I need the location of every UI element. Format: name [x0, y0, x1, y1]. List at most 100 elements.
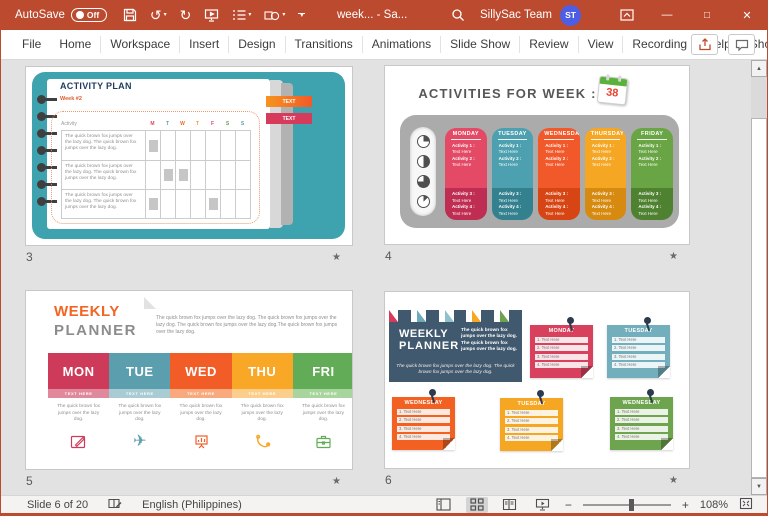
- ribbon-tab[interactable]: Slide Show: [440, 36, 519, 53]
- table-row: The quick brown fox jumps over the lazy …: [62, 160, 250, 189]
- slideshow-view-button[interactable]: [532, 497, 554, 513]
- day-letter: S: [225, 121, 230, 127]
- fit-to-window-icon[interactable]: [739, 497, 753, 513]
- animation-star-icon[interactable]: ★: [669, 251, 678, 262]
- ribbon-tab[interactable]: Animations: [361, 36, 440, 53]
- minimize-button[interactable]: —: [647, 0, 687, 30]
- proofing-icon[interactable]: [108, 497, 122, 513]
- numbered-list-icon[interactable]: ▾: [232, 9, 251, 21]
- autosave-toggle[interactable]: AutoSave Off: [15, 8, 107, 22]
- slide-cell-3: ACTIVITY PLAN Week #2 TEXT TEXT Activity …: [25, 66, 353, 264]
- zoom-slider[interactable]: [582, 498, 671, 511]
- ribbon-tab[interactable]: Transitions: [284, 36, 362, 53]
- day-column: THURSDAY Activity 1 : Text Here Activity…: [584, 128, 627, 220]
- binder-ring-icon: [37, 180, 57, 189]
- slide-sorter-view-button[interactable]: [465, 496, 488, 513]
- pin-icon: [566, 317, 574, 324]
- binder-ring-icon: [37, 197, 57, 206]
- undo-icon[interactable]: ↺ ▾: [150, 8, 167, 22]
- sticky-note: WEDNESDAY 1. Text Here 2. Text Here 3. T…: [392, 389, 455, 450]
- pencil-icon: [48, 432, 109, 452]
- save-icon[interactable]: [123, 8, 137, 22]
- sticky-note: MONDAY 1. Text Here 2. Text Here 3. Text…: [530, 317, 593, 378]
- fold-corner: [658, 366, 670, 378]
- search-icon[interactable]: [436, 8, 480, 22]
- animation-star-icon[interactable]: ★: [332, 252, 341, 263]
- ribbon-tab[interactable]: Review: [519, 36, 577, 53]
- redo-icon[interactable]: ↻: [180, 8, 192, 22]
- share-button[interactable]: [691, 34, 718, 55]
- ribbon-tab[interactable]: Insert: [179, 36, 228, 53]
- zoom-slider-handle[interactable]: [628, 498, 634, 511]
- column-thursday: THU TEXT HERE The quick brown fox jumps …: [231, 353, 293, 452]
- table-row: The quick brown fox jumps over the lazy …: [62, 131, 250, 160]
- slide-thumbnail-6[interactable]: WEEKLY PLANNER The quick brown fox jumps…: [384, 291, 690, 469]
- ribbon-tab[interactable]: Workspace: [100, 36, 179, 53]
- zoom-out-button[interactable]: −: [565, 498, 572, 512]
- comments-button[interactable]: [728, 34, 755, 55]
- side-tab: TEXT: [266, 96, 312, 107]
- vertical-scrollbar[interactable]: ▲ ▼: [751, 60, 767, 495]
- autosave-label: AutoSave: [15, 9, 65, 21]
- avatar[interactable]: ST: [560, 4, 581, 26]
- day-letter: W: [180, 121, 185, 127]
- fold-corner: [144, 297, 156, 309]
- binder-ring-icon: [37, 112, 57, 121]
- scroll-up-button[interactable]: ▲: [751, 60, 767, 77]
- pin-icon: [646, 389, 654, 396]
- briefcase-icon: [293, 432, 352, 452]
- ribbon-tab[interactable]: Recording: [622, 36, 696, 53]
- powerpoint-window: AutoSave Off ↺ ▾ ↻ ▾ ▾ ▾ week... - Sa...…: [0, 0, 768, 516]
- slide-thumbnail-5[interactable]: WEEKLY PLANNER The quick brown fox jumps…: [25, 290, 353, 470]
- ribbon: File Home Workspace Insert Design Transitions…: [1, 30, 767, 60]
- binder-ring-icon: [37, 163, 57, 172]
- day-column: FRIDAY Activity 1 : Text Here Activity 2…: [631, 128, 673, 220]
- fold-corner: [661, 438, 673, 450]
- slide-thumbnail-4[interactable]: ACTIVITIES FOR WEEK : 38 MONDAY Activity…: [384, 65, 690, 245]
- slide-cell-5: WEEKLY PLANNER The quick brown fox jumps…: [25, 290, 353, 488]
- ribbon-display-options-icon[interactable]: [607, 9, 647, 21]
- maximize-button[interactable]: □: [687, 0, 727, 30]
- ribbon-tabs: File Home Workspace Insert Design Transitions…: [1, 30, 767, 59]
- slide-indicator[interactable]: Slide 6 of 20: [27, 499, 88, 511]
- account-name[interactable]: SillySac Team: [480, 9, 560, 21]
- ribbon-tab[interactable]: Design: [228, 36, 284, 53]
- reading-view-button[interactable]: [499, 497, 521, 513]
- scroll-down-button[interactable]: ▼: [751, 478, 767, 495]
- column-tuesday: TUE TEXT HERE The quick brown fox jumps …: [109, 353, 171, 452]
- scrollbar-thumb[interactable]: [751, 118, 767, 478]
- autosave-switch-icon[interactable]: Off: [70, 8, 107, 22]
- binder-ring-icon: [37, 129, 57, 138]
- day-column: MONDAY Activity 1 : Text Here Activity 2…: [445, 128, 487, 220]
- language-indicator[interactable]: English (Philippines): [142, 499, 242, 511]
- day-column: WEDNESDAY Activity 1 : Text Here Activit…: [538, 128, 580, 220]
- zoom-level[interactable]: 108%: [700, 499, 728, 511]
- zoom-in-button[interactable]: +: [682, 498, 689, 512]
- start-slideshow-icon[interactable]: [204, 8, 219, 22]
- slide-number: 3: [26, 250, 33, 264]
- clock-pill: [410, 127, 436, 216]
- shapes-icon[interactable]: ▾: [264, 9, 285, 22]
- fold-corner: [443, 438, 455, 450]
- pin-icon: [428, 389, 436, 396]
- slide-thumbnail-3[interactable]: ACTIVITY PLAN Week #2 TEXT TEXT Activity …: [25, 66, 353, 246]
- slide3-title: ACTIVITY PLAN: [60, 81, 132, 91]
- clock-icon: [416, 135, 430, 148]
- normal-view-button[interactable]: [433, 497, 455, 513]
- quick-access-toolbar: ↺ ▾ ↻ ▾ ▾ ▾: [123, 8, 306, 22]
- animation-star-icon[interactable]: ★: [669, 475, 678, 486]
- clock-icon: [416, 195, 430, 208]
- animation-star-icon[interactable]: ★: [332, 476, 341, 487]
- customize-qat-icon[interactable]: ▾: [298, 12, 306, 19]
- slide-sorter-area: ACTIVITY PLAN Week #2 TEXT TEXT Activity …: [1, 60, 767, 495]
- ribbon-tab[interactable]: View: [577, 36, 623, 53]
- plane-icon: ✈: [133, 432, 147, 450]
- slide-number: 4: [385, 249, 392, 263]
- clock-icon: [416, 175, 430, 188]
- table-header-activity: Activity: [61, 121, 77, 127]
- ribbon-tab[interactable]: File: [13, 36, 50, 53]
- close-button[interactable]: ✕: [727, 0, 767, 30]
- binder-ring-icon: [37, 95, 57, 104]
- slide5-intro: The quick brown fox jumps over the lazy …: [156, 315, 338, 335]
- ribbon-tab[interactable]: Home: [50, 36, 100, 53]
